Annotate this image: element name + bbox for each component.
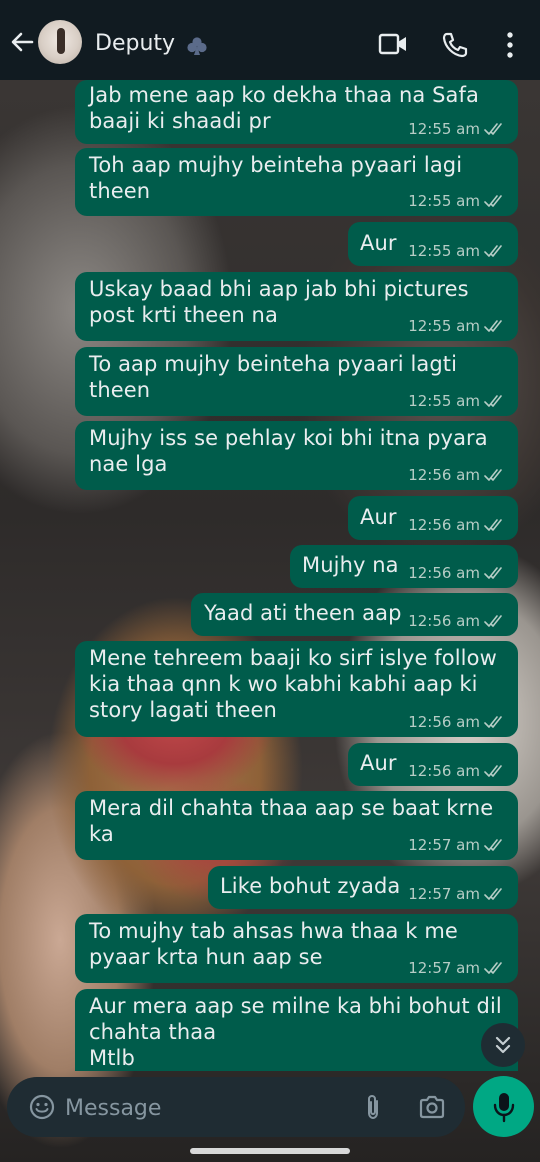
- double-check-icon: [484, 195, 502, 207]
- message-bubble[interactable]: Aur 12:55 am: [348, 222, 518, 266]
- message-bubble[interactable]: Uskay baad bhi aap jab bhi pictures post…: [75, 272, 518, 341]
- message-input[interactable]: [63, 1091, 347, 1125]
- message-bubble[interactable]: Mene tehreem baaji ko sirf islye follow …: [75, 641, 518, 737]
- double-check-icon: [484, 245, 502, 257]
- message-time: 12:57 am: [408, 885, 480, 903]
- more-vertical-icon[interactable]: [500, 30, 520, 60]
- message-bubble[interactable]: Mera dil chahta thaa aap se baat krne ka…: [75, 791, 518, 860]
- message-bubble[interactable]: Yaad ati theen aap 12:56 am: [191, 593, 518, 636]
- club-suit-icon: [187, 37, 207, 55]
- message-time: 12:56 am: [408, 466, 480, 484]
- camera-icon[interactable]: [418, 1094, 446, 1120]
- arrow-left-icon[interactable]: [8, 28, 36, 56]
- paperclip-icon[interactable]: [361, 1093, 385, 1121]
- gesture-navigation-bar[interactable]: [190, 1148, 350, 1154]
- double-check-icon: [484, 395, 502, 407]
- message-time: 12:57 am: [408, 836, 480, 854]
- message-time: 12:56 am: [408, 516, 480, 534]
- message-text: Toh aap mujhy beinteha pyaari lagi theen: [89, 153, 463, 203]
- message-text: Like bohut zyada: [220, 874, 401, 898]
- avatar-figure: [57, 28, 65, 54]
- message-bubble[interactable]: Like bohut zyada 12:57 am: [208, 866, 518, 909]
- message-time: 12:57 am: [408, 959, 480, 977]
- double-check-icon: [484, 962, 502, 974]
- message-text: Aur mera aap se milne ka bhi bohut dil c…: [89, 994, 502, 1070]
- double-check-icon: [484, 615, 502, 627]
- message-text: Aur: [360, 751, 397, 775]
- double-check-icon: [484, 716, 502, 728]
- message-time: 12:56 am: [408, 612, 480, 630]
- message-bubble[interactable]: Toh aap mujhy beinteha pyaari lagi theen…: [75, 148, 518, 216]
- message-text: Mene tehreem baaji ko sirf islye follow …: [89, 646, 497, 722]
- double-check-icon: [484, 567, 502, 579]
- contact-name[interactable]: Deputy: [95, 30, 175, 58]
- microphone-icon: [493, 1093, 515, 1123]
- double-check-icon: [484, 320, 502, 332]
- chat-header: Deputy: [0, 0, 540, 80]
- scroll-to-bottom-button[interactable]: [481, 1023, 525, 1067]
- message-time: 12:55 am: [408, 317, 480, 335]
- message-bubble[interactable]: Aur mera aap se milne ka bhi bohut dil c…: [75, 989, 518, 1071]
- double-chevron-down-icon: [495, 1036, 511, 1054]
- message-text: To mujhy tab ahsas hwa thaa k me pyaar k…: [89, 919, 458, 969]
- emoji-icon[interactable]: [29, 1094, 55, 1120]
- double-check-icon: [484, 519, 502, 531]
- message-bubble[interactable]: Aur 12:56 am: [348, 496, 518, 540]
- message-bubble[interactable]: Mujhy na 12:56 am: [290, 545, 518, 588]
- message-time: 12:56 am: [408, 713, 480, 731]
- double-check-icon: [484, 888, 502, 900]
- double-check-icon: [484, 469, 502, 481]
- message-text: Mujhy na: [302, 553, 399, 577]
- double-check-icon: [484, 839, 502, 851]
- message-time: 12:55 am: [408, 120, 480, 138]
- microphone-button[interactable]: [473, 1076, 534, 1137]
- message-composer: [7, 1077, 465, 1137]
- contact-avatar[interactable]: [38, 20, 82, 64]
- message-text: Yaad ati theen aap: [204, 601, 402, 625]
- message-time: 12:55 am: [408, 192, 480, 210]
- message-bubble[interactable]: Mujhy iss se pehlay koi bhi itna pyara n…: [75, 421, 518, 490]
- message-bubble[interactable]: To aap mujhy beinteha pyaari lagti theen…: [75, 347, 518, 416]
- message-time: 12:56 am: [408, 564, 480, 582]
- double-check-icon: [484, 765, 502, 777]
- message-text: Aur: [360, 231, 397, 255]
- message-time: 12:56 am: [408, 762, 480, 780]
- message-time: 12:55 am: [408, 242, 480, 260]
- video-call-icon[interactable]: [378, 32, 408, 56]
- message-bubble[interactable]: To mujhy tab ahsas hwa thaa k me pyaar k…: [75, 914, 518, 983]
- message-time: 12:55 am: [408, 392, 480, 410]
- message-text: To aap mujhy beinteha pyaari lagti theen: [89, 352, 458, 402]
- phone-icon[interactable]: [440, 30, 470, 60]
- message-bubble[interactable]: Jab mene aap ko dekha thaa na Safa baaji…: [75, 80, 518, 144]
- double-check-icon: [484, 123, 502, 135]
- message-bubble[interactable]: Aur 12:56 am: [348, 743, 518, 786]
- message-text: Aur: [360, 505, 397, 529]
